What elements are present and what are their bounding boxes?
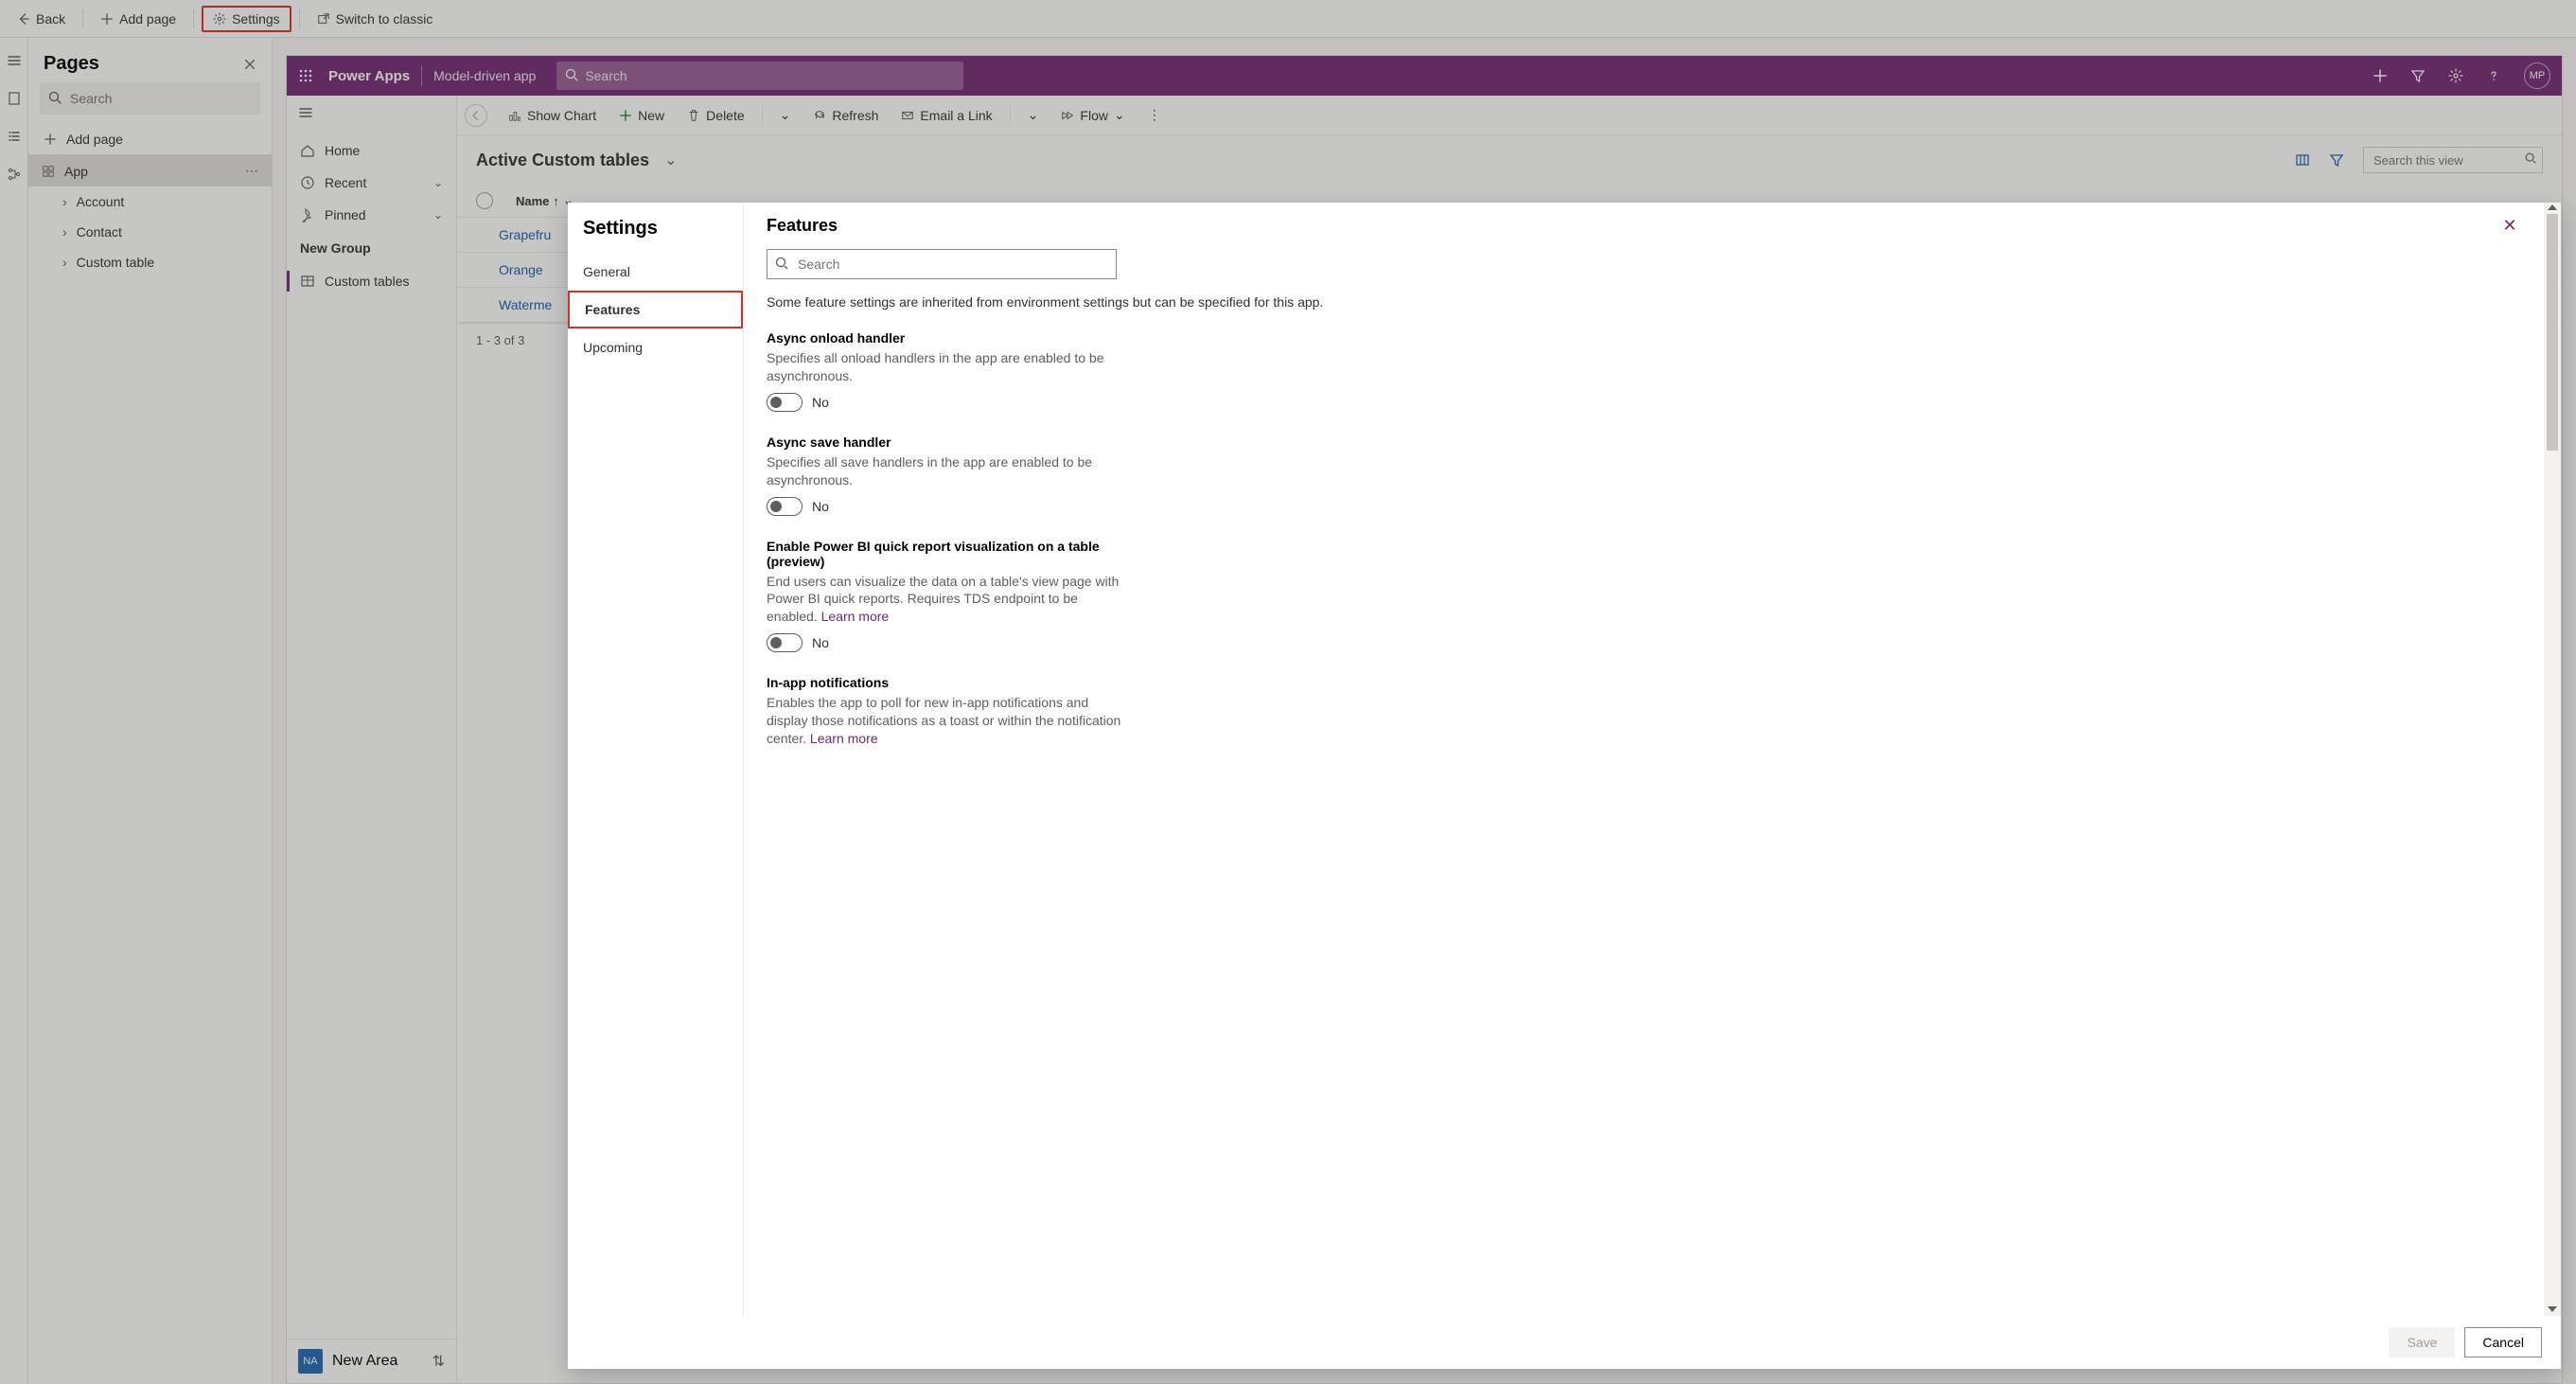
modal-footer: Save Cancel bbox=[568, 1316, 2561, 1369]
scroll-down-icon[interactable] bbox=[2548, 1306, 2557, 1312]
feature-desc: Specifies all onload handlers in the app… bbox=[767, 349, 1126, 385]
search-icon bbox=[774, 256, 789, 271]
settings-nav-general[interactable]: General bbox=[568, 255, 743, 289]
feature-title: Enable Power BI quick report visualizati… bbox=[767, 539, 1126, 569]
feature-title: Async onload handler bbox=[767, 330, 1126, 346]
settings-nav: Settings General Features Upcoming bbox=[568, 203, 744, 1316]
close-icon[interactable]: ✕ bbox=[2498, 214, 2521, 237]
toggle-switch[interactable] bbox=[767, 393, 803, 412]
settings-nav-features[interactable]: Features bbox=[568, 291, 743, 328]
feature-desc: Specifies all save handlers in the app a… bbox=[767, 453, 1126, 489]
feature-item: Async onload handler Specifies all onload… bbox=[767, 330, 1126, 412]
features-heading: Features bbox=[767, 216, 2521, 236]
toggle-switch[interactable] bbox=[767, 633, 803, 652]
settings-modal: Settings General Features Upcoming ✕ Fea… bbox=[568, 203, 2561, 1369]
learn-more-link[interactable]: Learn more bbox=[810, 731, 878, 746]
feature-item: Enable Power BI quick report visualizati… bbox=[767, 539, 1126, 653]
toggle-label: No bbox=[812, 499, 829, 514]
feature-desc: Enables the app to poll for new in-app n… bbox=[767, 694, 1126, 748]
feature-item: Async save handler Specifies all save han… bbox=[767, 435, 1126, 516]
cancel-button[interactable]: Cancel bbox=[2464, 1327, 2542, 1357]
feature-title: In-app notifications bbox=[767, 675, 1126, 690]
toggle-label: No bbox=[812, 395, 829, 410]
scroll-up-icon[interactable] bbox=[2548, 204, 2557, 210]
features-intro: Some feature settings are inherited from… bbox=[767, 294, 2521, 310]
feature-item: In-app notifications Enables the app to p… bbox=[767, 675, 1126, 748]
save-button: Save bbox=[2389, 1327, 2455, 1357]
toggle-label: No bbox=[812, 635, 829, 650]
feature-desc: End users can visualize the data on a ta… bbox=[767, 573, 1126, 627]
features-search-input[interactable] bbox=[767, 249, 1117, 279]
learn-more-link[interactable]: Learn more bbox=[821, 609, 890, 624]
settings-title: Settings bbox=[568, 206, 743, 255]
scrollbar[interactable] bbox=[2544, 203, 2561, 1316]
settings-nav-upcoming[interactable]: Upcoming bbox=[568, 330, 743, 364]
scroll-thumb[interactable] bbox=[2547, 214, 2558, 451]
toggle-switch[interactable] bbox=[767, 497, 803, 516]
feature-title: Async save handler bbox=[767, 435, 1126, 450]
